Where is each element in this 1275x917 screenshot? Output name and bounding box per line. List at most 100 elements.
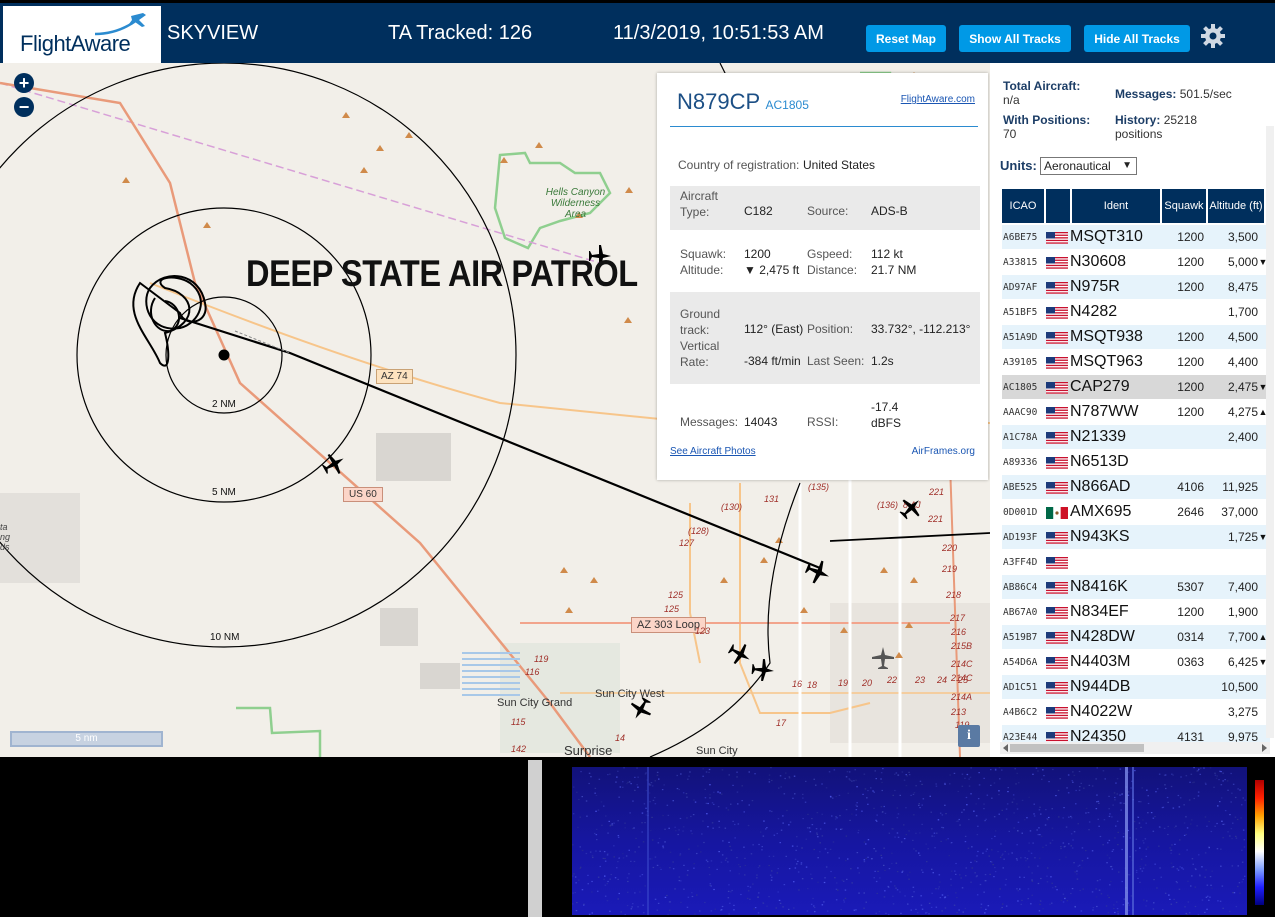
squawk-cell: 1200 — [1177, 280, 1204, 294]
table-row[interactable]: A89336 N6513D — [1002, 450, 1270, 475]
messages-stat: Messages: 501.5/sec — [1115, 87, 1275, 101]
popup-messages-row: Messages: 14043 RSSI: -17.4 dBFS — [670, 397, 980, 433]
with-positions-stat: With Positions: 70 — [1003, 113, 1118, 141]
table-row[interactable]: AB86C4 N8416K 5307 7,400 — [1002, 575, 1270, 600]
table-row[interactable]: A54D6A N4403M 0363 6,425 ▼ — [1002, 650, 1270, 675]
altitude-cell: 37,000 — [1221, 505, 1258, 519]
flag-icon — [1046, 556, 1070, 569]
aircraft-icon[interactable] — [870, 645, 896, 671]
aircraft-type-label: Aircraft Type: — [680, 188, 718, 220]
column-header-icao[interactable]: ICAO — [1002, 189, 1044, 223]
icao-cell: A33815 — [1003, 256, 1038, 268]
squawk-value: 1200 — [744, 247, 771, 261]
column-header-altitude[interactable]: Altitude (ft) — [1208, 189, 1264, 223]
column-header-squawk[interactable]: Squawk — [1162, 189, 1206, 223]
flag-icon — [1046, 606, 1070, 619]
icao-cell: AC1805 — [1003, 381, 1038, 393]
squawk-cell: 1200 — [1177, 405, 1204, 419]
squawk-cell: 1200 — [1177, 330, 1204, 344]
table-row[interactable]: A4B6C2 N4022W 3,275 — [1002, 700, 1270, 725]
altitude-cell: 6,425 — [1227, 655, 1258, 669]
selected-aircraft-icon[interactable] — [804, 558, 832, 586]
flag-icon — [1046, 231, 1070, 244]
route-number: 142 — [511, 744, 527, 754]
table-row[interactable]: A39105 MSQT963 1200 4,400 — [1002, 350, 1270, 375]
table-row[interactable]: AAAC90 N787WW 1200 4,275 ▲ — [1002, 400, 1270, 425]
flightaware-logo[interactable]: FlightAware — [3, 6, 161, 63]
dropdown-arrow-icon: ▼ — [1122, 160, 1132, 171]
reset-map-button[interactable]: Reset Map — [866, 25, 946, 52]
waterfall-color-scale — [1255, 780, 1264, 905]
aircraft-icon[interactable] — [750, 657, 776, 683]
popup-track-row: Ground track: 112° (East) Position: 33.7… — [670, 292, 980, 384]
route-number: 24 — [937, 675, 948, 685]
icao-cell: A39105 — [1003, 356, 1038, 368]
popup-divider — [670, 126, 978, 127]
table-row[interactable]: A51BF5 N4282 1,700 — [1002, 300, 1270, 325]
flag-icon — [1046, 656, 1070, 669]
route-number: 22 — [887, 675, 898, 685]
icao-cell: A23E44 — [1003, 731, 1038, 743]
table-row[interactable]: ABE525 N866AD 4106 11,925 — [1002, 475, 1270, 500]
table-row[interactable]: AB67A0 N834EF 1200 1,900 — [1002, 600, 1270, 625]
gear-icon[interactable] — [1199, 22, 1227, 50]
aircraft-icon[interactable] — [898, 495, 924, 521]
icao-cell: 0D001D — [1003, 506, 1038, 518]
airframes-link[interactable]: AirFrames.org — [912, 446, 975, 457]
route-number: 127 — [679, 538, 695, 548]
ident-cell: N428DW — [1070, 628, 1135, 645]
altitude-cell: 8,475 — [1227, 280, 1258, 294]
table-row[interactable]: A3FF4D — [1002, 550, 1270, 575]
last-seen-label: Last Seen: — [807, 354, 865, 368]
table-row[interactable]: 0D001D AMX695 2646 37,000 — [1002, 500, 1270, 525]
table-row[interactable]: A519B7 N428DW 0314 7,700 ▲ — [1002, 625, 1270, 650]
route-number: 215B — [951, 641, 973, 651]
flag-icon — [1046, 356, 1070, 369]
flag-icon — [1046, 381, 1070, 394]
squawk-cell: 0314 — [1177, 630, 1204, 644]
hide-all-tracks-button[interactable]: Hide All Tracks — [1084, 25, 1190, 52]
altitude-cell: 10,500 — [1221, 680, 1258, 694]
zoom-out-button[interactable]: − — [14, 97, 34, 117]
route-number: 125 — [668, 590, 684, 600]
zoom-in-button[interactable]: + — [14, 73, 34, 93]
scale-bar: 5 nm — [10, 731, 163, 747]
table-row[interactable]: A1C78A N21339 2,400 — [1002, 425, 1270, 450]
units-dropdown[interactable]: Aeronautical ▼ — [1040, 157, 1137, 175]
show-all-tracks-button[interactable]: Show All Tracks — [959, 25, 1071, 52]
label-line: track: — [680, 323, 710, 337]
tracked-count: TA Tracked: 126 — [388, 22, 533, 44]
table-row[interactable]: AC1805 CAP279 1200 2,475 ▼ — [1002, 375, 1270, 400]
table-row[interactable]: A33815 N30608 1200 5,000 ▼ — [1002, 250, 1270, 275]
info-button[interactable]: i — [958, 725, 980, 747]
aircraft-photos-link[interactable]: See Aircraft Photos — [670, 446, 756, 457]
route-number: 16 — [792, 679, 803, 689]
icao-cell: A89336 — [1003, 456, 1038, 468]
route-number: 125 — [664, 604, 680, 614]
route-number: 20 — [862, 678, 873, 688]
flag-icon — [1046, 431, 1070, 444]
table-horizontal-scrollbar[interactable] — [1000, 742, 1270, 754]
altitude-label: Altitude: — [680, 263, 724, 277]
aircraft-icon[interactable] — [628, 696, 654, 722]
flag-icon — [1046, 531, 1070, 544]
aircraft-icon[interactable] — [321, 451, 347, 477]
table-row[interactable]: AD193F N943KS 1,725 ▼ — [1002, 525, 1270, 550]
table-row[interactable]: AD1C51 N944DB 10,500 — [1002, 675, 1270, 700]
flag-icon — [1046, 681, 1070, 694]
column-header-ident[interactable]: Ident — [1072, 189, 1160, 223]
table-row[interactable]: AD97AF N975R 1200 8,475 — [1002, 275, 1270, 300]
table-row[interactable]: A6BE75 MSQT310 1200 3,500 — [1002, 225, 1270, 250]
ident-cell: N944DB — [1070, 678, 1131, 695]
table-vertical-scrollbar[interactable] — [1266, 126, 1274, 738]
total-aircraft-label: Total Aircraft: — [1003, 79, 1081, 93]
flightaware-link[interactable]: FlightAware.com — [901, 94, 975, 105]
popup-type-row: Aircraft Type: C182 Source: ADS-B — [670, 186, 980, 230]
route-number: 218 — [946, 590, 962, 600]
column-header-flag[interactable] — [1046, 189, 1070, 223]
altitude-cell: 1,900 — [1227, 605, 1258, 619]
route-number: 214A — [951, 692, 973, 702]
table-row[interactable]: A51A9D MSQT938 1200 4,500 — [1002, 325, 1270, 350]
icao-cell: A51BF5 — [1003, 306, 1038, 318]
messages-label: Messages: — [680, 415, 739, 429]
